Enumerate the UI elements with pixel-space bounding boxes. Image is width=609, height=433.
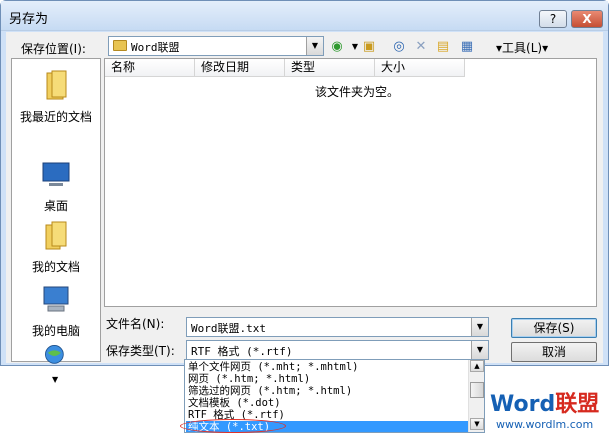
file-type-label: 保存类型(T):	[106, 344, 175, 358]
empty-folder-message: 该文件夹为空。	[315, 85, 400, 99]
watermark-logo: Word联盟	[490, 392, 600, 417]
recent-documents-icon	[46, 70, 67, 100]
place-recent[interactable]: 我最近的文档	[12, 69, 100, 125]
places-bar: 我最近的文档 桌面 我的文档 我的电脑 ▼	[11, 58, 101, 384]
file-type-select[interactable]: RTF 格式 (*.rtf) ▼	[186, 340, 489, 360]
chevron-down-icon[interactable]: ▼	[471, 341, 488, 359]
desktop-icon	[42, 162, 70, 186]
file-type-option[interactable]: 单个文件网页 (*.mht; *.mhtml)	[186, 361, 468, 373]
new-folder-icon[interactable]: ▤	[434, 38, 452, 56]
close-button[interactable]: X	[571, 10, 603, 28]
file-list[interactable]: 名称 修改日期 类型 大小 该文件夹为空。	[104, 58, 597, 307]
dialog-body: 保存位置(I): Word联盟 ▼ ◉ ▼ ▣ ◎ ✕ ▤ ▦ ▾工具(L)▾ …	[6, 32, 603, 384]
column-size[interactable]: 大小	[375, 59, 465, 77]
file-name-input[interactable]: Word联盟.txt ▼	[186, 317, 489, 337]
views-icon[interactable]: ▦	[458, 38, 476, 56]
up-folder-icon[interactable]: ▣	[360, 38, 378, 56]
save-button[interactable]: 保存(S)	[511, 318, 597, 338]
place-label: 桌面	[43, 199, 68, 213]
place-label: 我的电脑	[31, 324, 80, 338]
file-type-option[interactable]: 文档模板 (*.dot)	[186, 397, 468, 409]
save-in-combo[interactable]: Word联盟 ▼	[108, 36, 324, 56]
place-label: 我的文档	[31, 260, 80, 274]
scrollbar-thumb[interactable]	[470, 382, 484, 398]
column-modified[interactable]: 修改日期	[195, 59, 285, 77]
scroll-down-icon[interactable]: ▼	[470, 418, 484, 430]
column-name[interactable]: 名称	[105, 59, 195, 77]
file-type-option[interactable]: 筛选过的网页 (*.htm; *.html)	[186, 385, 468, 397]
place-label: 我最近的文档	[19, 110, 92, 124]
highlight-ring	[180, 419, 286, 433]
watermark: Word联盟 www.wordlm.com	[490, 386, 599, 431]
save-in-label: 保存位置(I):	[21, 42, 86, 56]
my-computer-icon	[43, 286, 69, 312]
back-icon[interactable]: ◉	[328, 38, 346, 56]
my-documents-icon	[45, 221, 67, 250]
search-web-icon[interactable]: ◎	[390, 38, 408, 56]
chevron-down-icon[interactable]: ▼	[471, 318, 488, 336]
scroll-down-icon[interactable]: ▼	[52, 375, 58, 384]
network-places-icon	[45, 345, 64, 364]
save-as-dialog: 另存为 ? X 保存位置(I): Word联盟 ▼ ◉ ▼ ▣ ◎ ✕ ▤ ▦ …	[0, 0, 609, 384]
column-type[interactable]: 类型	[285, 59, 375, 77]
folder-icon	[113, 40, 127, 51]
place-my-computer[interactable]: 我的电脑	[12, 283, 100, 339]
place-desktop[interactable]: 桌面	[12, 158, 100, 214]
watermark-url: www.wordlm.com	[495, 418, 594, 431]
cancel-button[interactable]: 取消	[511, 342, 597, 362]
place-my-documents[interactable]: 我的文档	[12, 219, 100, 275]
delete-icon[interactable]: ✕	[412, 38, 430, 56]
help-button[interactable]: ?	[539, 10, 567, 28]
file-name-value: Word联盟.txt	[191, 322, 266, 335]
dropdown-scrollbar[interactable]: ▲ ▼	[468, 360, 484, 432]
file-type-value: RTF 格式 (*.rtf)	[191, 345, 293, 358]
scroll-up-icon[interactable]: ▲	[470, 360, 484, 372]
file-type-option[interactable]: 网页 (*.htm; *.html)	[186, 373, 468, 385]
save-in-value: Word联盟	[131, 41, 180, 54]
file-name-label: 文件名(N):	[106, 317, 165, 331]
tools-menu[interactable]: ▾工具(L)▾	[496, 39, 548, 56]
place-network[interactable]	[12, 343, 100, 376]
title-bar[interactable]: 另存为 ? X	[1, 1, 608, 31]
dialog-title: 另存为	[9, 12, 49, 27]
chevron-down-icon[interactable]: ▼	[306, 37, 323, 55]
